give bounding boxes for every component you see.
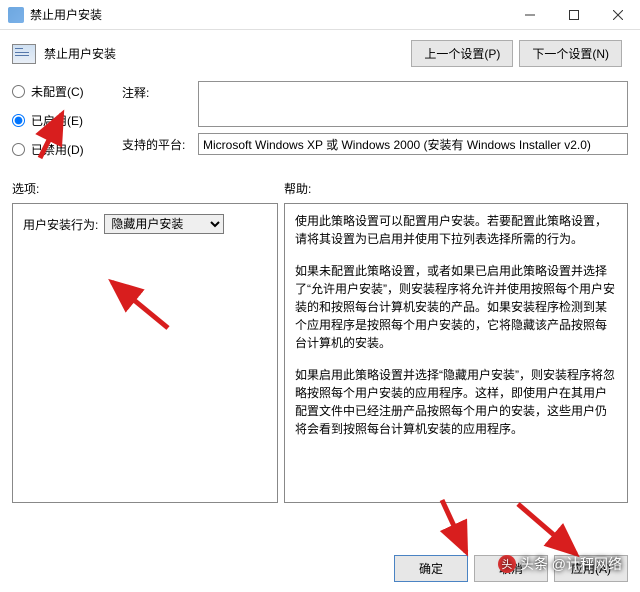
close-button[interactable] [596, 0, 640, 30]
radio-enabled-input[interactable] [12, 114, 25, 127]
dialog-buttons: 确定 取消 应用(A) [394, 555, 628, 582]
minimize-button[interactable] [508, 0, 552, 30]
platform-label: 支持的平台: [122, 133, 192, 153]
cancel-button[interactable]: 取消 [474, 555, 548, 582]
behavior-label: 用户安装行为: [23, 216, 98, 233]
radio-enabled[interactable]: 已启用(E) [12, 112, 122, 129]
options-panel: 用户安装行为: 隐藏用户安装 [12, 203, 278, 503]
comment-input[interactable] [198, 81, 628, 127]
maximize-button[interactable] [552, 0, 596, 30]
help-label: 帮助: [284, 180, 311, 197]
radio-label: 已禁用(D) [31, 141, 84, 158]
options-label: 选项: [12, 180, 284, 197]
window-controls [508, 0, 640, 30]
section-headers: 选项: 帮助: [0, 168, 640, 203]
radio-label: 已启用(E) [31, 112, 83, 129]
radio-not-configured[interactable]: 未配置(C) [12, 83, 122, 100]
ok-button[interactable]: 确定 [394, 555, 468, 582]
radio-disabled-input[interactable] [12, 143, 25, 156]
comment-label: 注释: [122, 81, 192, 101]
radio-label: 未配置(C) [31, 83, 84, 100]
config-area: 未配置(C) 已启用(E) 已禁用(D) 注释: 支持的平台: Microsof… [0, 81, 640, 168]
title-bar: 禁止用户安装 [0, 0, 640, 30]
state-radio-group: 未配置(C) 已启用(E) 已禁用(D) [12, 81, 122, 158]
help-panel: 使用此策略设置可以配置用户安装。若要配置此策略设置，请将其设置为已启用并使用下拉… [284, 203, 628, 503]
lower-panels: 用户安装行为: 隐藏用户安装 使用此策略设置可以配置用户安装。若要配置此策略设置… [0, 203, 640, 503]
radio-disabled[interactable]: 已禁用(D) [12, 141, 122, 158]
radio-not-configured-input[interactable] [12, 85, 25, 98]
help-paragraph: 如果启用此策略设置并选择“隐藏用户安装”，则安装程序将忽略按照每个用户安装的应用… [295, 366, 617, 438]
behavior-select[interactable]: 隐藏用户安装 [104, 214, 224, 234]
supported-platform: Microsoft Windows XP 或 Windows 2000 (安装有… [198, 133, 628, 155]
apply-button[interactable]: 应用(A) [554, 555, 628, 582]
app-icon [8, 7, 24, 23]
prev-setting-button[interactable]: 上一个设置(P) [411, 40, 513, 67]
window-title: 禁止用户安装 [30, 6, 508, 23]
header: 禁止用户安装 上一个设置(P) 下一个设置(N) [0, 30, 640, 81]
page-title: 禁止用户安装 [44, 45, 411, 62]
help-paragraph: 如果未配置此策略设置，或者如果已启用此策略设置并选择了“允许用户安装”，则安装程… [295, 262, 617, 352]
next-setting-button[interactable]: 下一个设置(N) [519, 40, 622, 67]
policy-icon [12, 44, 36, 64]
help-paragraph: 使用此策略设置可以配置用户安装。若要配置此策略设置，请将其设置为已启用并使用下拉… [295, 212, 617, 248]
